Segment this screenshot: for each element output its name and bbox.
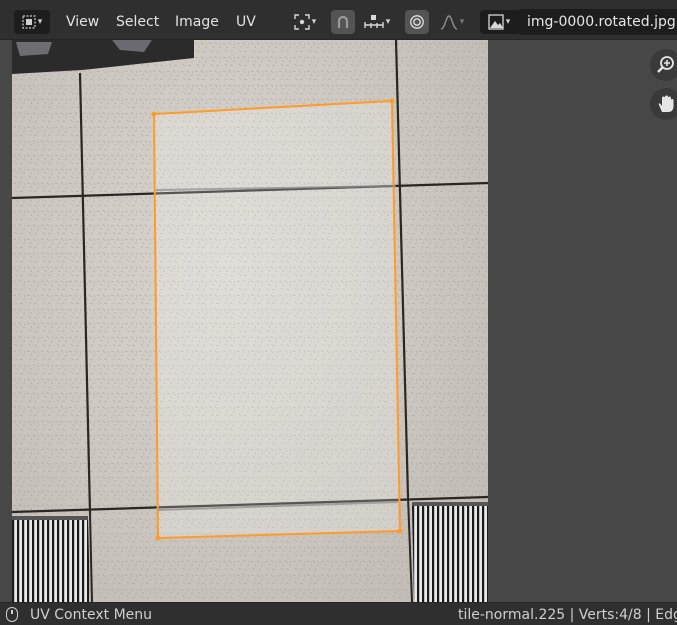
- image-name-field[interactable]: img-0000.rotated.jpg: [518, 9, 677, 35]
- pan-hand-icon: [658, 95, 674, 112]
- snap-icon: [337, 15, 349, 28]
- uv-viewport[interactable]: [0, 40, 677, 602]
- pivot-point-dropdown[interactable]: ▾: [287, 10, 323, 34]
- texture-overlay: [12, 40, 488, 602]
- editor-type-button[interactable]: ▾: [14, 10, 50, 34]
- snap-toggle[interactable]: [331, 10, 355, 34]
- menu-uv[interactable]: UV: [236, 12, 256, 32]
- uv-face: [152, 99, 402, 540]
- chevron-down-icon: ▾: [459, 16, 465, 27]
- falloff-curve-icon: [440, 15, 457, 30]
- uv-editor-icon: [22, 15, 36, 29]
- chevron-down-icon: ▾: [505, 16, 511, 27]
- scene-stats: tile-normal.225 | Verts:4/8 | Edges: [458, 607, 677, 623]
- uv-vertex: [397, 528, 403, 534]
- uv-vertex: [155, 535, 161, 541]
- texture-image: [12, 40, 488, 602]
- chevron-down-icon: ▾: [385, 16, 391, 27]
- image-browse-button[interactable]: ▾: [480, 10, 518, 34]
- snap-increment-icon: [364, 15, 384, 28]
- proportional-editing-toggle[interactable]: [405, 10, 429, 34]
- menu-image[interactable]: Image: [175, 12, 219, 32]
- image-browse-icon: [488, 14, 504, 30]
- mouse-right-click-icon: [6, 607, 18, 622]
- chevron-down-icon: ▾: [311, 16, 317, 27]
- zoom-button[interactable]: [650, 49, 677, 81]
- uv-vertex: [151, 111, 157, 117]
- editor-header: ▾ View Select Image UV ▾ ▾ ▾ ▾ img-0000.…: [0, 0, 677, 40]
- zoom-icon: [657, 56, 674, 73]
- status-bar: UV Context Menu tile-normal.225 | Verts:…: [0, 602, 677, 625]
- falloff-dropdown[interactable]: ▾: [432, 10, 472, 34]
- pan-button[interactable]: [650, 88, 677, 120]
- menu-view[interactable]: View: [66, 12, 99, 32]
- proportional-editing-icon: [410, 15, 424, 29]
- context-menu-hint: UV Context Menu: [30, 607, 153, 623]
- pivot-point-icon: [294, 14, 310, 30]
- menu-select[interactable]: Select: [116, 12, 159, 32]
- chevron-down-icon: ▾: [37, 16, 43, 27]
- snap-target-dropdown[interactable]: ▾: [357, 10, 397, 34]
- uv-vertex: [389, 98, 395, 104]
